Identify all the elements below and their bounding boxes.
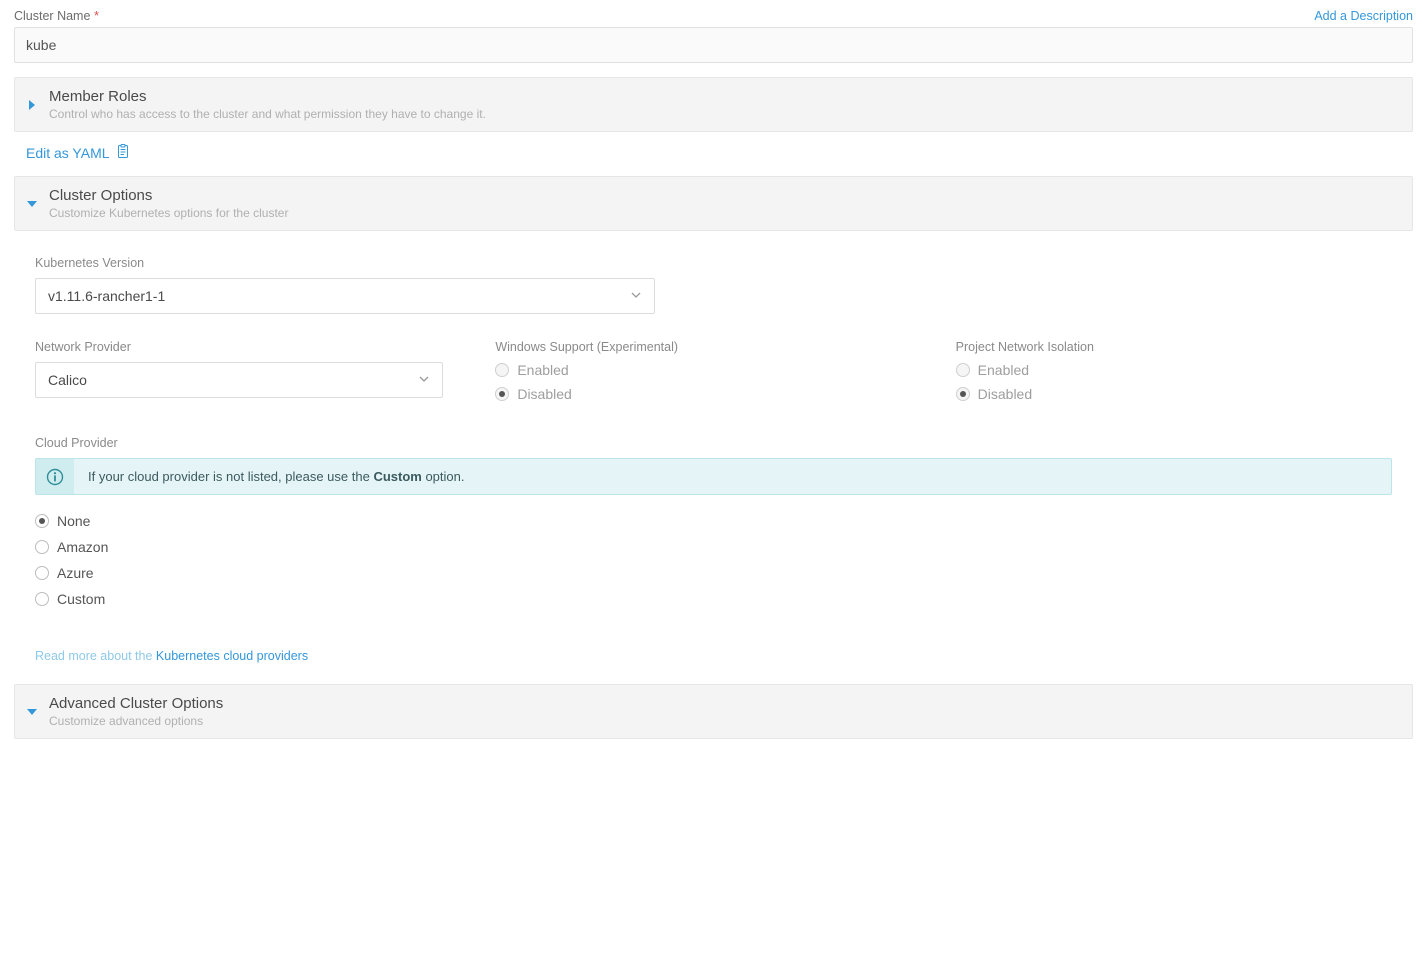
cluster-name-label: Cluster Name (14, 9, 90, 23)
radio-icon (956, 387, 970, 401)
k8s-version-value: v1.11.6-rancher1-1 (48, 288, 165, 304)
k8s-cloud-providers-link[interactable]: Kubernetes cloud providers (156, 649, 308, 663)
cluster-name-input[interactable] (14, 27, 1413, 63)
pni-disabled-radio[interactable]: Disabled (956, 386, 1392, 402)
network-provider-select[interactable]: Calico (35, 362, 443, 398)
radio-label: None (57, 513, 90, 529)
cluster-options-body: Kubernetes Version v1.11.6-rancher1-1 Ne… (14, 231, 1413, 684)
pni-enabled-radio[interactable]: Enabled (956, 362, 1392, 378)
member-roles-title: Member Roles (49, 88, 486, 105)
radio-icon (35, 540, 49, 554)
cloud-provider-custom-radio[interactable]: Custom (35, 591, 1392, 607)
edit-as-yaml-link[interactable]: Edit as YAML (26, 144, 129, 162)
radio-label: Amazon (57, 539, 108, 555)
caret-right-icon (23, 100, 41, 110)
windows-disabled-radio[interactable]: Disabled (495, 386, 931, 402)
cluster-options-title: Cluster Options (49, 187, 288, 204)
chevron-down-icon (418, 372, 430, 388)
clipboard-icon (116, 144, 129, 162)
radio-label: Disabled (517, 386, 571, 402)
cloud-provider-info: If your cloud provider is not listed, pl… (35, 458, 1392, 495)
k8s-version-select[interactable]: v1.11.6-rancher1-1 (35, 278, 655, 314)
cloud-provider-none-radio[interactable]: None (35, 513, 1392, 529)
project-network-isolation-label: Project Network Isolation (956, 340, 1392, 354)
network-provider-value: Calico (48, 372, 87, 388)
radio-label: Custom (57, 591, 105, 607)
radio-label: Enabled (978, 362, 1029, 378)
network-provider-label: Network Provider (35, 340, 471, 354)
windows-enabled-radio[interactable]: Enabled (495, 362, 931, 378)
info-text-strong: Custom (373, 469, 421, 484)
radio-icon (35, 592, 49, 606)
chevron-down-icon (630, 288, 642, 304)
advanced-options-desc: Customize advanced options (49, 714, 223, 728)
k8s-version-label: Kubernetes Version (35, 256, 1392, 270)
radio-icon (495, 363, 509, 377)
radio-icon (35, 514, 49, 528)
advanced-options-title: Advanced Cluster Options (49, 695, 223, 712)
cloud-provider-azure-radio[interactable]: Azure (35, 565, 1392, 581)
caret-down-icon (23, 707, 41, 717)
radio-label: Disabled (978, 386, 1032, 402)
member-roles-desc: Control who has access to the cluster an… (49, 107, 486, 121)
member-roles-section-header[interactable]: Member Roles Control who has access to t… (14, 77, 1413, 132)
add-description-link[interactable]: Add a Description (1314, 9, 1413, 23)
required-indicator: * (94, 8, 99, 23)
windows-support-label: Windows Support (Experimental) (495, 340, 931, 354)
info-text-suffix: option. (422, 469, 465, 484)
cloud-provider-label: Cloud Provider (35, 436, 1392, 450)
radio-icon (495, 387, 509, 401)
edit-as-yaml-label: Edit as YAML (26, 145, 110, 161)
advanced-options-section-header[interactable]: Advanced Cluster Options Customize advan… (14, 684, 1413, 739)
info-text-prefix: If your cloud provider is not listed, pl… (88, 469, 373, 484)
cluster-options-desc: Customize Kubernetes options for the clu… (49, 206, 288, 220)
radio-label: Azure (57, 565, 94, 581)
info-icon (36, 459, 74, 494)
read-more-line: Read more about the Kubernetes cloud pro… (35, 647, 1392, 663)
read-more-prefix: Read more about the (35, 649, 156, 663)
caret-down-icon (23, 199, 41, 209)
cluster-options-section-header[interactable]: Cluster Options Customize Kubernetes opt… (14, 176, 1413, 231)
cloud-provider-amazon-radio[interactable]: Amazon (35, 539, 1392, 555)
radio-icon (35, 566, 49, 580)
radio-label: Enabled (517, 362, 568, 378)
radio-icon (956, 363, 970, 377)
